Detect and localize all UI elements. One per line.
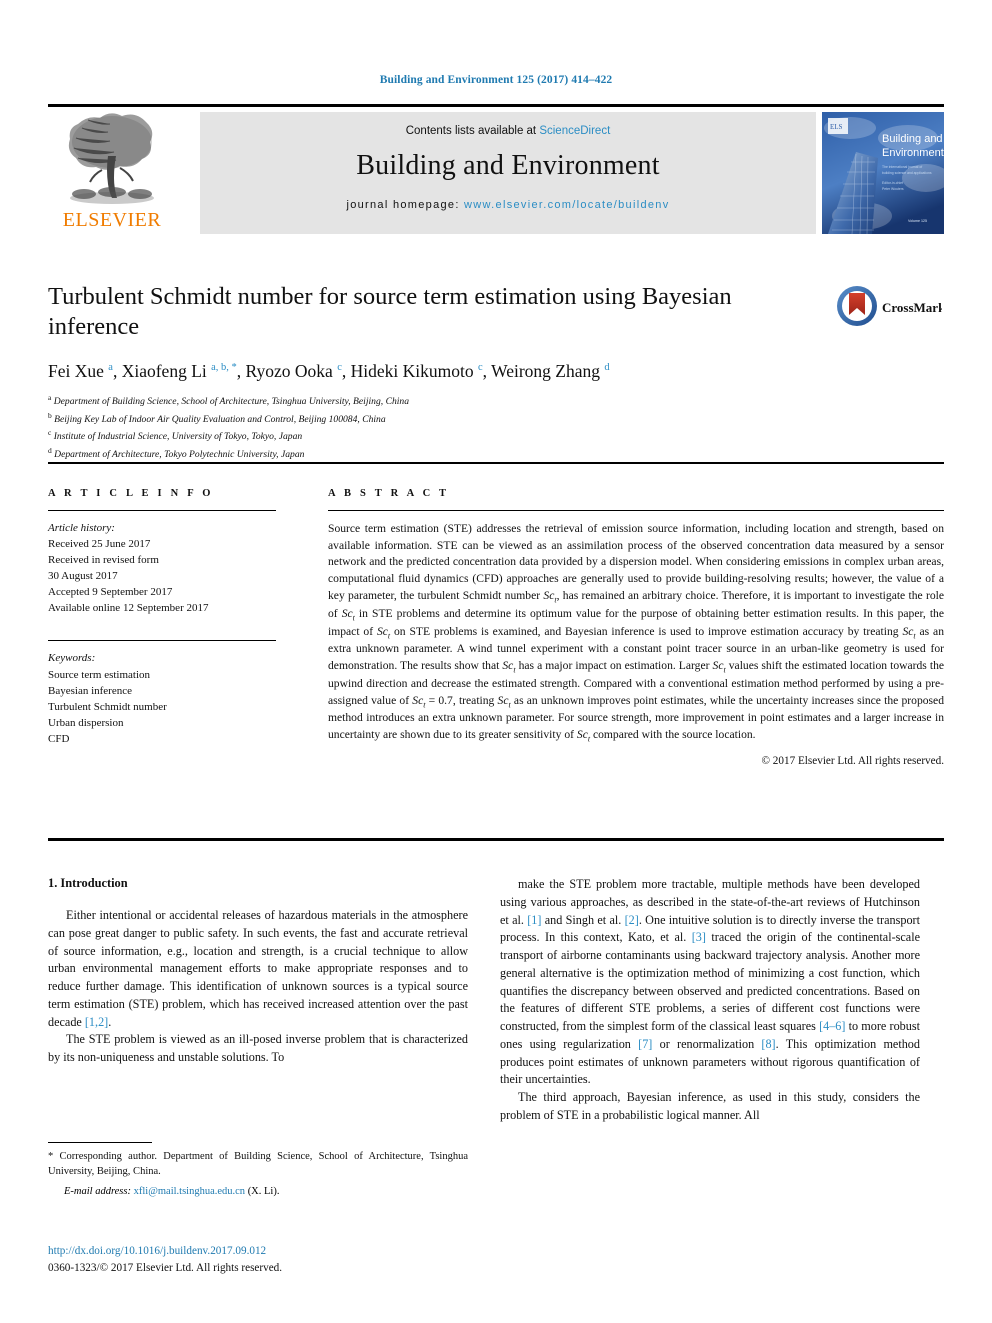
body-column-left: 1. Introduction Either intentional or ac… bbox=[48, 876, 468, 1067]
article-history: Article history: Received 25 June 2017 R… bbox=[48, 520, 276, 616]
keywords-label: Keywords: bbox=[48, 652, 96, 665]
svg-text:Editor-in-chief: Editor-in-chief bbox=[882, 181, 903, 185]
affiliation-marker: b bbox=[48, 410, 52, 420]
corresponding-author-text: * Corresponding author. Department of Bu… bbox=[48, 1151, 468, 1177]
article-history-label: Article history: bbox=[48, 522, 115, 535]
corresponding-author-footnote: * Corresponding author. Department of Bu… bbox=[48, 1142, 468, 1200]
cover-title-line1: Building and bbox=[882, 133, 943, 145]
abstract-text: Source term estimation (STE) addresses t… bbox=[328, 522, 945, 744]
journal-cover-image: ELS Building and Environment The interna… bbox=[822, 112, 944, 234]
issn-copyright-line: 0360-1323/© 2017 Elsevier Ltd. All right… bbox=[48, 1261, 283, 1274]
intro-paragraph: Either intentional or accidental release… bbox=[48, 908, 468, 1029]
keywords-rule bbox=[48, 640, 276, 642]
elsevier-tree-icon bbox=[68, 113, 154, 204]
keywords-list: Keywords: Source term estimation Bayesia… bbox=[48, 650, 276, 746]
article-info-heading: A R T I C L E I N F O bbox=[48, 488, 214, 499]
page-title: Turbulent Schmidt number for source term… bbox=[48, 283, 732, 341]
section-heading-introduction: 1. Introduction bbox=[48, 876, 128, 890]
intro-paragraph: make the STE problem more tractable, mul… bbox=[500, 877, 920, 1087]
intro-paragraph: The STE problem is viewed as an ill-pose… bbox=[48, 1032, 468, 1064]
keyword-item: Bayesian inference bbox=[48, 684, 132, 697]
svg-text:ELS: ELS bbox=[830, 123, 843, 131]
email-address-label: E-mail address: bbox=[64, 1185, 131, 1197]
svg-text:Peter Wouters: Peter Wouters bbox=[882, 187, 904, 191]
keyword-item: Turbulent Schmidt number bbox=[48, 700, 167, 713]
history-item: Received 25 June 2017 bbox=[48, 538, 151, 551]
svg-text:building science and applicati: building science and applications bbox=[882, 171, 932, 175]
email-address-link[interactable]: xfli@mail.tsinghua.edu.cn bbox=[134, 1186, 245, 1197]
homepage-url-link[interactable]: www.elsevier.com/locate/buildenv bbox=[464, 199, 669, 211]
crossmark-badge[interactable]: CrossMark bbox=[836, 284, 946, 328]
keyword-item: Urban dispersion bbox=[48, 716, 124, 729]
paper-page: Building and Environment 125 (2017) 414–… bbox=[0, 0, 992, 1323]
journal-title: Building and Environment bbox=[356, 150, 660, 181]
affiliation-list: a Department of Building Science, School… bbox=[48, 392, 944, 463]
affiliation-item: d Department of Architecture, Tokyo Poly… bbox=[48, 446, 305, 461]
abstract-heading: A B S T R A C T bbox=[328, 488, 450, 499]
affiliation-marker: a bbox=[48, 392, 52, 402]
keyword-item: Source term estimation bbox=[48, 668, 151, 681]
doi-link[interactable]: http://dx.doi.org/10.1016/j.buildenv.201… bbox=[48, 1243, 548, 1260]
history-item: Accepted 9 September 2017 bbox=[48, 586, 173, 599]
elsevier-logo: ELSEVIER bbox=[48, 112, 176, 234]
masthead-top-rule bbox=[48, 104, 944, 107]
cover-title-line2: Environment bbox=[882, 147, 944, 159]
intro-paragraph: The third approach, Bayesian inference, … bbox=[500, 1090, 920, 1122]
contents-prefix: Contents lists available at bbox=[405, 125, 540, 137]
abstract-rule bbox=[328, 510, 944, 512]
running-head: Building and Environment 125 (2017) 414–… bbox=[379, 74, 613, 86]
journal-banner: Contents lists available at ScienceDirec… bbox=[200, 112, 816, 234]
abstract-column: A B S T R A C T Source term estimation (… bbox=[328, 488, 944, 767]
sciencedirect-link[interactable]: ScienceDirect bbox=[539, 125, 610, 137]
article-info-top-rule bbox=[48, 462, 944, 464]
journal-masthead: ELSEVIER Contents lists available at Sci… bbox=[48, 104, 944, 234]
footer-doi-block: http://dx.doi.org/10.1016/j.buildenv.201… bbox=[48, 1243, 548, 1277]
article-info-column: A R T I C L E I N F O Article history: R… bbox=[48, 488, 276, 747]
homepage-label: journal homepage: bbox=[346, 199, 465, 211]
affiliation-marker: d bbox=[48, 446, 52, 456]
title-block: Turbulent Schmidt number for source term… bbox=[48, 282, 946, 463]
affiliation-item: b Beijing Key Lab of Indoor Air Quality … bbox=[48, 410, 386, 425]
affiliation-item: a Department of Building Science, School… bbox=[48, 392, 410, 407]
footnote-divider bbox=[48, 1142, 152, 1144]
affiliation-item: c Institute of Industrial Science, Unive… bbox=[48, 428, 303, 443]
history-item: 30 August 2017 bbox=[48, 570, 118, 583]
keyword-item: CFD bbox=[48, 732, 70, 745]
corresponding-author-email-line: E-mail address: xfli@mail.tsinghua.edu.c… bbox=[48, 1185, 468, 1200]
body-column-right: make the STE problem more tractable, mul… bbox=[500, 876, 920, 1125]
crossmark-icon: CrossMark bbox=[837, 286, 946, 326]
abstract-bottom-rule bbox=[48, 838, 944, 841]
author-list: Fei Xue a, Xiaofeng Li a, b, *, Ryozo Oo… bbox=[48, 360, 610, 381]
svg-text:The international journal of: The international journal of bbox=[882, 165, 922, 169]
history-item: Available online 12 September 2017 bbox=[48, 602, 209, 615]
abstract-copyright: © 2017 Elsevier Ltd. All rights reserved… bbox=[761, 754, 945, 767]
journal-cover-art: ELS Building and Environment The interna… bbox=[822, 112, 944, 234]
svg-text:Volume 125: Volume 125 bbox=[908, 219, 927, 223]
svg-text:CrossMark: CrossMark bbox=[882, 300, 942, 315]
affiliation-marker: c bbox=[48, 428, 52, 438]
email-owner: (X. Li). bbox=[247, 1185, 280, 1197]
elsevier-wordmark: ELSEVIER bbox=[62, 209, 162, 231]
history-item: Received in revised form bbox=[48, 554, 159, 567]
journal-homepage-line: journal homepage: www.elsevier.com/locat… bbox=[200, 199, 816, 211]
contents-line: Contents lists available at ScienceDirec… bbox=[200, 125, 816, 137]
article-info-rule bbox=[48, 510, 276, 512]
